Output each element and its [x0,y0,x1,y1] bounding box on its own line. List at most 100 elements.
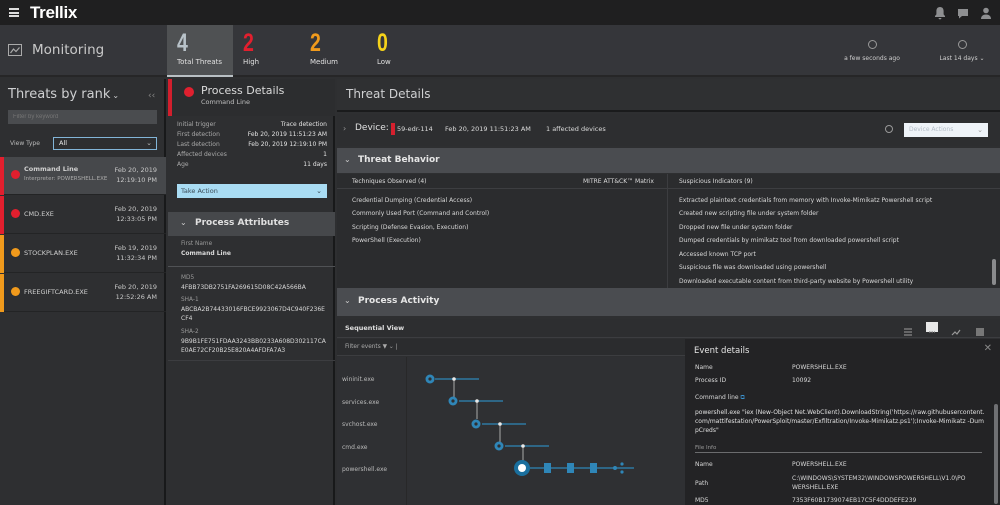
threat-item[interactable]: STOCKPLAN.EXE Feb 19, 2019 11:32:34 PM [0,235,166,273]
device-label: Device: [355,123,389,133]
technique-item: Commonly Used Port (Command and Control) [352,210,490,217]
indicator-item: Suspicious file was downloaded using pow… [679,264,827,271]
time-range-dropdown[interactable]: Last 14 days ⌄ [932,40,992,62]
stat-total-threats[interactable]: 4 Total Threats [167,25,233,77]
chevron-down-icon: ⌄ [344,155,351,164]
threat-name: Command Line [24,165,79,173]
copy-icon[interactable]: ⧉ [741,394,745,401]
severity-marker [391,123,395,135]
network-icon [620,470,624,474]
severity-bar [0,235,4,273]
threat-item[interactable]: Command Line Interpreter: POWERSHELL.EXE… [0,157,166,195]
user-icon[interactable] [980,5,992,19]
field-label: Age [177,161,189,168]
stat-low[interactable]: 0 Low [367,25,433,77]
threat-date: Feb 20, 2019 [114,283,157,291]
process-attributes-header[interactable]: ⌄ Process Attributes [168,212,335,236]
stat-label: Low [377,58,391,66]
threat-details-header: Threat Details [337,79,1000,112]
file-icon [590,463,597,473]
threat-behavior-panel: Techniques Observed (4) MITRE ATT&CK™ Ma… [337,174,1000,288]
network-icon [620,462,624,466]
chat-icon[interactable] [957,5,969,19]
severity-bar [0,157,4,195]
file-name-label: Name [695,461,713,468]
high-severity-icon [184,87,194,97]
node-dot [521,444,525,448]
collapse-icon[interactable]: ‹‹ [148,91,155,101]
field-value: Feb 20, 2019 11:51:23 AM [247,131,327,138]
stat-high[interactable]: 2 High [233,25,299,77]
indicator-item: Dumped credentials by mimikatz tool from… [679,237,899,244]
indicators-section: Suspicious Indicators (9) Extracted plai… [669,174,989,288]
refresh-icon [867,40,877,49]
filter-events-button[interactable]: Filter events ▼ ⌄ | [345,344,398,350]
filter-keyword-input[interactable] [8,110,157,124]
take-action-label: Take Action [181,187,218,195]
threat-item[interactable]: CMD.EXE Feb 20, 2019 12:33:05 PM [0,196,166,234]
name-value: POWERSHELL.EXE [792,364,847,371]
file-name-value: POWERSHELL.EXE [792,461,847,468]
event-details-title: Event details [694,346,750,356]
md5-value: 4FBB73DB2751FA269615D08C42A566BA [181,284,306,291]
node-dot [475,399,479,403]
process-details-panel: Process Details Command Line Initial tri… [168,79,335,505]
filter-events-bar: Filter events ▼ ⌄ | [337,339,685,356]
event-details-scrollbar[interactable] [994,404,998,504]
threat-sub: Interpreter: POWERSHELL.EXE [24,176,108,182]
stat-value: 2 [243,29,254,57]
threat-date: Feb 19, 2019 [114,244,157,252]
refresh-icon[interactable] [885,125,893,133]
device-actions-label: Device Actions [909,126,954,133]
field-value: Feb 20, 2019 12:19:10 PM [248,141,327,148]
medium-severity-icon [11,248,20,257]
mitre-matrix-link[interactable]: MITRE ATT&CK™ Matrix [583,178,654,185]
device-actions-dropdown[interactable]: Device Actions ⌄ [904,123,988,137]
monitoring-title: Monitoring [32,42,105,58]
md5-label: MD5 [181,275,195,281]
threat-date: Feb 20, 2019 [114,205,157,213]
process-activity-header[interactable]: ⌄ Process Activity [337,288,1000,316]
chevron-right-icon[interactable]: › [343,124,346,133]
high-severity-icon [11,170,20,179]
threats-by-rank-dropdown[interactable]: Threats by rank ⌄ [8,87,119,102]
threat-name: CMD.EXE [24,210,54,218]
filter-events-label: Filter events [345,344,381,350]
divider [168,360,335,361]
field-age: Age 11 days [177,161,327,168]
sequential-view-icon[interactable] [926,322,938,333]
pid-label: Process ID [695,377,727,384]
threat-time: 12:52:26 AM [115,293,157,301]
indicators-scrollbar[interactable] [992,259,996,285]
medium-severity-icon [11,287,20,296]
process-graph: wininit.exe services.exe svchost.exe cmd… [337,357,685,505]
take-action-dropdown[interactable]: Take Action ⌄ [177,184,327,198]
close-icon[interactable]: ✕ [984,343,992,354]
field-label: Initial trigger [177,121,216,128]
command-line-label: Command line ⧉ [695,394,745,402]
device-row: › Device: 59-edr-114 Feb 20, 2019 11:51:… [337,114,1000,146]
graph-view-icon[interactable] [950,322,962,336]
divider [667,174,668,288]
field-label: First detection [177,131,220,138]
threat-name: STOCKPLAN.EXE [24,249,78,257]
view-type-value: All [59,139,68,147]
refresh-button[interactable]: a few seconds ago [842,40,902,62]
bell-icon[interactable] [934,5,946,20]
stat-medium[interactable]: 2 Medium [300,25,366,77]
view-type-select[interactable]: All ⌄ [53,137,157,150]
device-name[interactable]: 59-edr-114 [397,125,433,133]
threat-behavior-header[interactable]: ⌄ Threat Behavior [337,148,1000,173]
affected-devices: 1 affected devices [546,125,606,133]
menu-icon[interactable] [9,8,19,17]
sha2-value: 9B9B1FE751FDAA3243BB0233A608D302117CAE0A… [181,338,326,354]
list-view-icon[interactable] [902,322,914,336]
field-last-detection: Last detection Feb 20, 2019 12:19:10 PM [177,141,327,148]
threat-item[interactable]: FREEGIFTCARD.EXE Feb 20, 2019 12:52:26 AM [0,274,166,312]
command-line-text: Command line [695,394,739,401]
event-details-panel: Event details ✕ Name POWERSHELL.EXE Proc… [685,339,1000,505]
sha2-label: SHA-2 [181,329,199,335]
node-dot [452,377,456,381]
grid-view-icon[interactable] [974,322,986,336]
indicator-item: Downloaded executable content from third… [679,278,914,285]
